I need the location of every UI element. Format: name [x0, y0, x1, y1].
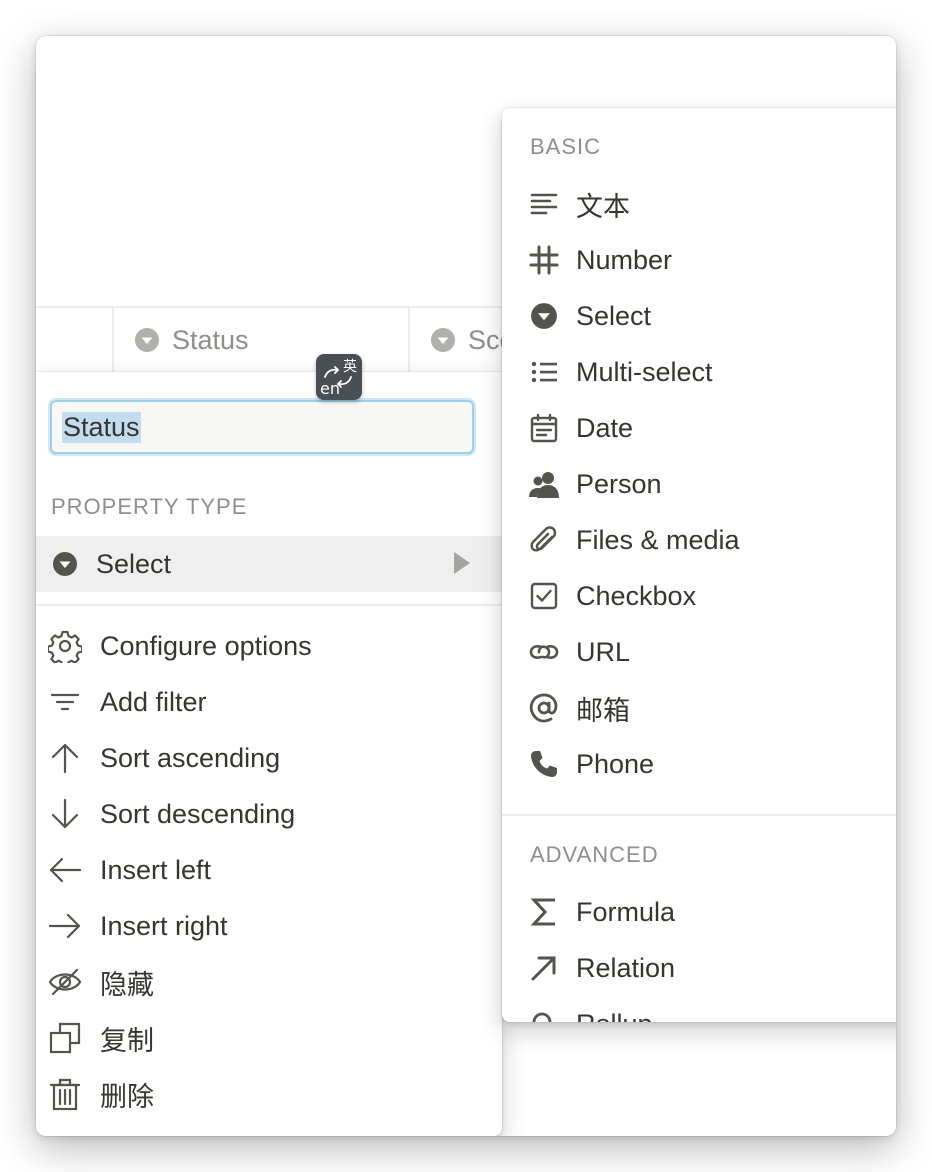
type-option-relation[interactable]: Relation — [502, 940, 896, 996]
type-option-label: Files & media — [576, 524, 740, 555]
select-icon — [134, 327, 160, 353]
delete-item[interactable]: 删除 — [36, 1066, 502, 1122]
property-name-input[interactable]: Status — [50, 400, 474, 454]
sigma-icon — [528, 896, 560, 928]
type-option-checkbox[interactable]: Checkbox — [502, 568, 896, 624]
select-icon — [52, 551, 78, 577]
type-option-person[interactable]: Person — [502, 456, 896, 512]
type-option-files-media[interactable]: Files & media — [502, 512, 896, 568]
type-option-label: Rollup — [576, 1009, 653, 1023]
configure-options-item[interactable]: Configure options — [36, 618, 502, 674]
paperclip-icon — [528, 524, 560, 556]
type-option-label: Phone — [576, 748, 655, 779]
hash-icon — [528, 244, 560, 276]
type-option-select[interactable]: Select — [502, 288, 896, 344]
calendar-icon — [528, 412, 560, 444]
add-filter-item[interactable]: Add filter — [36, 674, 502, 730]
property-menu: Status PROPERTY TYPE Select Configure op… — [36, 372, 502, 1136]
type-option-label: Formula — [576, 896, 676, 927]
menu-item-label: 删除 — [100, 1081, 154, 1112]
property-type-heading: PROPERTY TYPE — [51, 494, 248, 519]
type-option-date[interactable]: Date — [502, 400, 896, 456]
menu-item-label: Insert right — [100, 910, 228, 941]
property-type-menu: BASIC 文本 Number Select Multi-select Date… — [502, 108, 896, 1022]
type-option-label: 邮箱 — [576, 695, 630, 726]
input-method-indicator: 英 en — [316, 354, 362, 400]
arrow-up-icon — [48, 741, 82, 775]
list-icon — [528, 356, 560, 388]
arrow-up-right-icon — [528, 952, 560, 984]
duplicate-item[interactable]: 复制 — [36, 1010, 502, 1066]
app-window: Status Sco Status PROPERTY TYPE Select C… — [36, 36, 896, 1136]
arrow-left-icon — [48, 853, 82, 887]
person-icon — [528, 468, 560, 500]
duplicate-icon — [48, 1021, 82, 1055]
ime-en-label: en — [320, 379, 340, 398]
search-icon — [528, 1008, 560, 1022]
type-option-rollup[interactable]: Rollup — [502, 996, 896, 1022]
arrow-down-icon — [48, 797, 82, 831]
type-option-label: Date — [576, 412, 634, 443]
type-option-text[interactable]: 文本 — [502, 176, 896, 232]
type-option-formula[interactable]: Formula — [502, 884, 896, 940]
insert-left-item[interactable]: Insert left — [36, 842, 502, 898]
menu-divider — [502, 814, 896, 816]
menu-item-label: 隐藏 — [100, 969, 154, 1000]
menu-divider — [36, 604, 502, 606]
menu-item-label: Add filter — [100, 686, 207, 717]
chevron-right-icon — [452, 550, 472, 581]
phone-icon — [528, 748, 560, 780]
basic-heading: BASIC — [530, 134, 602, 159]
property-type-value: Select — [96, 548, 172, 579]
type-option-label: Relation — [576, 952, 676, 983]
select-icon — [430, 327, 456, 353]
insert-right-item[interactable]: Insert right — [36, 898, 502, 954]
arrow-right-icon — [48, 909, 82, 943]
type-option-number[interactable]: Number — [502, 232, 896, 288]
text-icon — [528, 188, 560, 220]
type-option-label: Select — [576, 300, 652, 331]
type-option-multi-select[interactable]: Multi-select — [502, 344, 896, 400]
type-option-url[interactable]: URL — [502, 624, 896, 680]
column-header-label: Status — [172, 324, 249, 355]
menu-item-label: Sort ascending — [100, 742, 281, 773]
advanced-heading: ADVANCED — [530, 842, 659, 867]
select-icon — [528, 300, 560, 332]
type-option-label: Multi-select — [576, 356, 713, 387]
type-option-email[interactable]: 邮箱 — [502, 680, 896, 736]
menu-item-label: Insert left — [100, 854, 212, 885]
property-type-select[interactable]: Select — [36, 536, 502, 592]
at-icon — [528, 692, 560, 724]
eye-off-icon — [48, 965, 82, 999]
hide-item[interactable]: 隐藏 — [36, 954, 502, 1010]
menu-item-label: 复制 — [100, 1025, 154, 1056]
trash-icon — [48, 1077, 82, 1111]
sort-descending-item[interactable]: Sort descending — [36, 786, 502, 842]
type-option-label: URL — [576, 636, 631, 667]
menu-item-label: Configure options — [100, 630, 312, 661]
type-option-label: Person — [576, 468, 662, 499]
gear-icon — [48, 629, 82, 663]
type-option-label: 文本 — [576, 191, 630, 222]
checkbox-icon — [528, 580, 560, 612]
type-option-phone[interactable]: Phone — [502, 736, 896, 792]
menu-item-label: Sort descending — [100, 798, 296, 829]
link-icon — [528, 636, 560, 668]
sort-ascending-item[interactable]: Sort ascending — [36, 730, 502, 786]
type-option-label: Number — [576, 244, 673, 275]
column-header-status[interactable]: Status — [112, 308, 410, 372]
property-name-value: Status — [62, 411, 141, 443]
filter-icon — [48, 685, 82, 719]
type-option-label: Checkbox — [576, 580, 697, 611]
